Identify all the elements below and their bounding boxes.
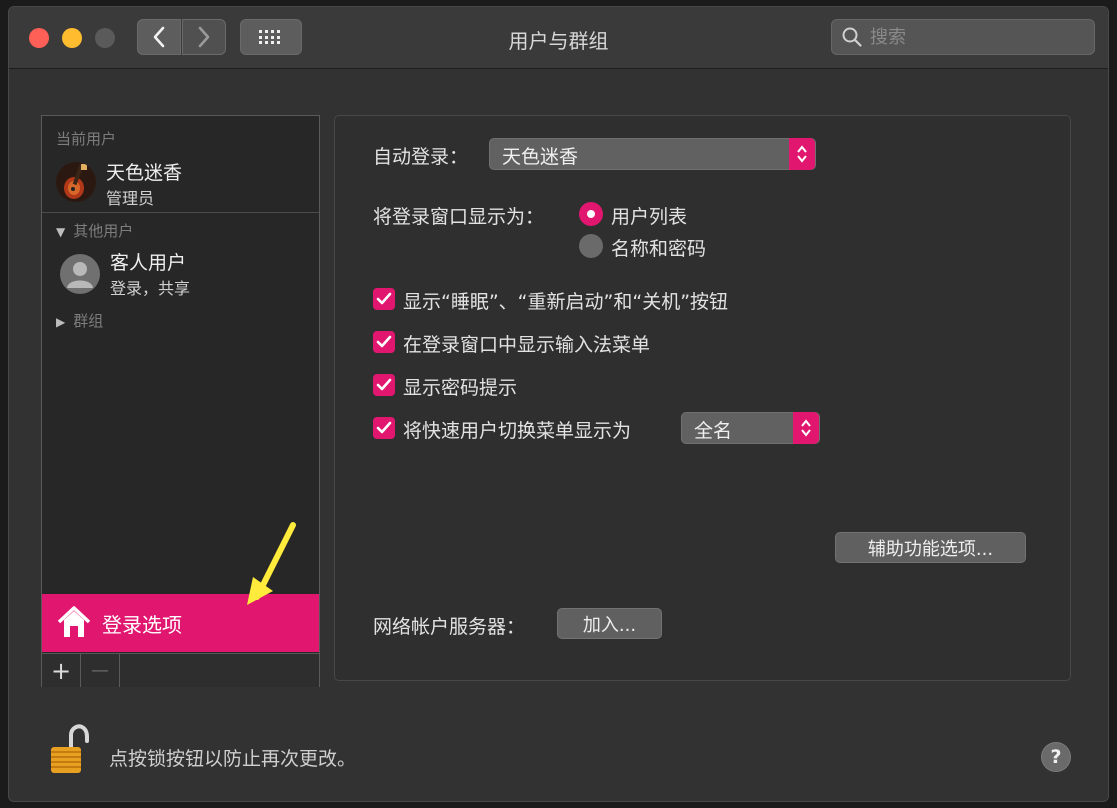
house-icon [57, 606, 91, 637]
zoom-button[interactable] [95, 28, 115, 48]
search-field[interactable] [831, 19, 1095, 55]
checkmark-icon [376, 292, 392, 305]
checkmark-icon [376, 421, 392, 434]
show-power-buttons-label: 显示“睡眠”、“重新启动”和“关机”按钮 [403, 291, 729, 313]
fast-user-switching-popup[interactable]: 全名 [681, 412, 820, 444]
chevron-left-icon [153, 26, 165, 48]
sidebar-item-guest-user[interactable]: 客人用户 登录，共享 [42, 244, 319, 304]
current-user-role: 管理员 [106, 189, 155, 208]
input-menu-label: 在登录窗口中显示输入法菜单 [403, 334, 651, 356]
disclosure-right-icon: ▶ [56, 315, 66, 329]
checkbox-show-power-buttons[interactable] [373, 288, 395, 310]
guitar-avatar-icon [56, 162, 96, 202]
guest-user-role: 登录，共享 [110, 279, 191, 298]
chevron-right-icon [198, 26, 210, 48]
checkbox-input-menu[interactable] [373, 331, 395, 353]
login-options-panel: 自动登录： 天色迷香 将登录窗口显示为： 用户列表 名称和密码 显示“睡眠”、“… [334, 115, 1071, 681]
groups-label[interactable]: ▶ 群组 [56, 310, 103, 331]
person-icon [67, 262, 93, 288]
add-user-button[interactable]: + [42, 654, 81, 687]
close-button[interactable] [29, 28, 49, 48]
radio-user-list-label: 用户列表 [611, 206, 688, 228]
checkbox-password-hint[interactable] [373, 374, 395, 396]
remove-user-button[interactable]: — [81, 654, 120, 687]
up-down-chevron-icon [797, 145, 807, 163]
help-button[interactable]: ? [1041, 742, 1071, 772]
login-options-label: 登录选项 [102, 613, 182, 637]
guest-avatar [60, 254, 100, 294]
search-icon [842, 27, 862, 47]
user-avatar [56, 162, 96, 202]
radio-name-password[interactable] [579, 234, 603, 258]
sidebar-toolbar: + — [42, 653, 319, 687]
back-button[interactable] [137, 19, 181, 55]
sidebar-item-current-user[interactable]: 天色迷香 管理员 [42, 154, 319, 214]
users-sidebar: 当前用户 天色迷香 管理员 ▼ 其他用户 客人用户 登录，共享 ▶ 群组 登录选… [41, 115, 320, 687]
radio-user-list[interactable] [579, 202, 603, 226]
lock-hint-text: 点按锁按钮以防止再次更改。 [109, 748, 357, 770]
accessibility-options-button[interactable]: 辅助功能选项... [835, 532, 1026, 563]
popup-stepper [793, 412, 819, 444]
title-bar: 用户与群组 [9, 7, 1108, 69]
password-hint-label: 显示密码提示 [403, 377, 518, 399]
display-login-label: 将登录窗口显示为： [373, 206, 545, 228]
unlocked-padlock-icon [51, 724, 89, 773]
forward-button[interactable] [182, 19, 226, 55]
lock-button[interactable] [49, 723, 89, 775]
auto-login-value: 天色迷香 [502, 146, 579, 168]
sidebar-divider [42, 212, 319, 213]
current-users-label: 当前用户 [56, 130, 117, 148]
auto-login-label: 自动登录： [373, 146, 469, 168]
current-user-name: 天色迷香 [106, 162, 183, 184]
search-input[interactable] [870, 26, 1070, 48]
join-button[interactable]: 加入... [557, 608, 662, 639]
up-down-chevron-icon [801, 419, 811, 437]
guest-user-name: 客人用户 [110, 252, 187, 274]
radio-name-password-label: 名称和密码 [611, 238, 707, 260]
minimize-button[interactable] [62, 28, 82, 48]
auto-login-popup[interactable]: 天色迷香 [489, 138, 816, 170]
checkbox-fast-user-switching[interactable] [373, 417, 395, 439]
preferences-window: 用户与群组 当前用户 天色迷香 管理员 ▼其 [8, 6, 1109, 802]
other-users-label[interactable]: ▼ 其他用户 [56, 220, 133, 241]
popup-stepper [789, 138, 815, 170]
checkmark-icon [376, 335, 392, 348]
fast-user-switching-value: 全名 [694, 420, 733, 442]
show-all-button[interactable] [240, 19, 302, 55]
checkmark-icon [376, 378, 392, 391]
sidebar-item-login-options[interactable]: 登录选项 [42, 594, 319, 652]
fast-user-switching-label: 将快速用户切换菜单显示为 [403, 420, 632, 442]
grid-icon [259, 30, 280, 44]
disclosure-down-icon: ▼ [56, 225, 66, 239]
network-server-label: 网络帐户服务器： [373, 616, 526, 638]
